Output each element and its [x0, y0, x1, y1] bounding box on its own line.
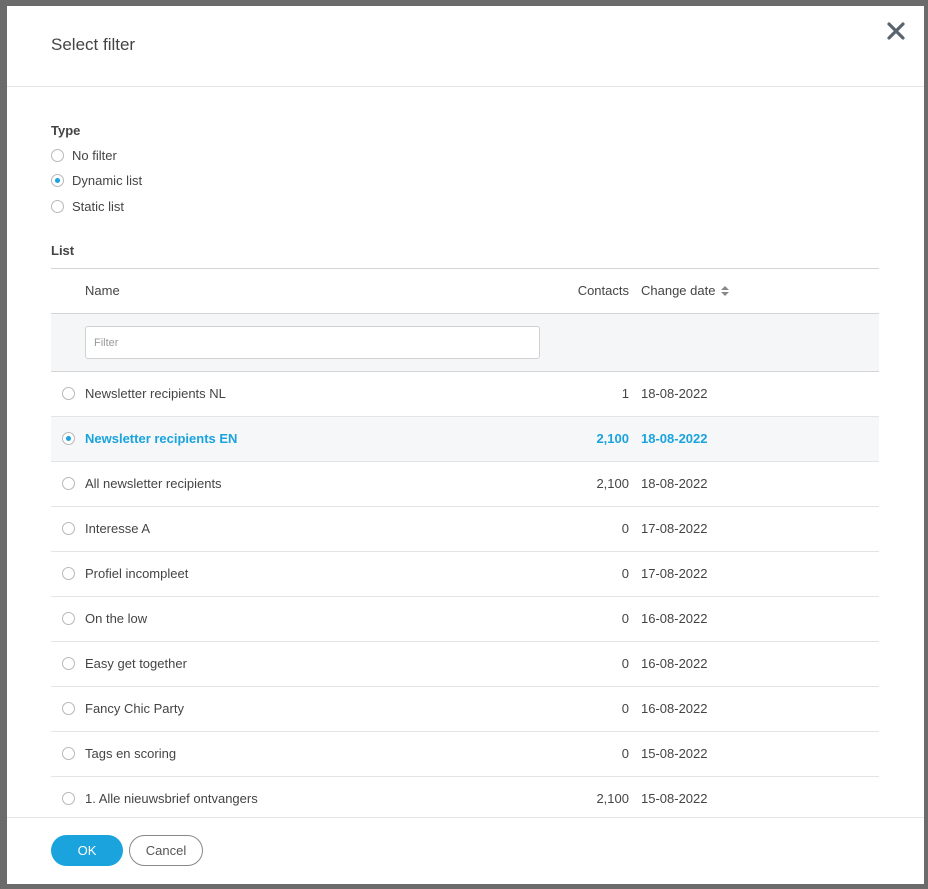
column-header-contacts[interactable]: Contacts	[578, 283, 629, 298]
radio-icon[interactable]	[62, 522, 75, 535]
radio-icon[interactable]	[62, 747, 75, 760]
row-name: Easy get together	[85, 656, 187, 671]
radio-icon[interactable]	[62, 612, 75, 625]
radio-icon[interactable]	[62, 702, 75, 715]
list-label: List	[51, 243, 75, 258]
type-option-no-filter[interactable]: No filter	[51, 145, 117, 165]
type-label: Type	[51, 123, 81, 138]
row-name: Fancy Chic Party	[85, 701, 184, 716]
close-icon[interactable]	[885, 20, 907, 42]
radio-icon[interactable]	[62, 567, 75, 580]
table-header: Name Contacts Change date	[51, 269, 879, 314]
type-option-dynamic-list[interactable]: Dynamic list	[51, 170, 142, 190]
column-header-name[interactable]: Name	[85, 283, 120, 298]
cancel-button[interactable]: Cancel	[129, 835, 203, 866]
sort-icon[interactable]	[721, 285, 730, 296]
row-name: Interesse A	[85, 521, 151, 536]
row-name: On the low	[85, 611, 148, 626]
row-name: Profiel incompleet	[85, 566, 189, 581]
table-row[interactable]: Tags en scoring 0 15-08-2022	[51, 732, 879, 777]
type-option-label: Static list	[72, 198, 125, 214]
radio-icon[interactable]	[62, 387, 75, 400]
filter-input[interactable]	[85, 326, 540, 359]
dialog-title: Select filter	[51, 35, 136, 54]
ok-button[interactable]: OK	[51, 835, 123, 866]
radio-icon[interactable]	[51, 148, 64, 162]
radio-checked-icon[interactable]	[51, 173, 64, 187]
row-contacts: 0	[621, 656, 629, 671]
row-change-date: 16-08-2022	[641, 701, 708, 716]
row-contacts: 0	[621, 701, 629, 716]
type-option-label: No filter	[72, 147, 117, 163]
radio-icon[interactable]	[62, 792, 75, 805]
table-row[interactable]: Profiel incompleet 0 17-08-2022	[51, 552, 879, 597]
row-change-date: 17-08-2022	[641, 566, 708, 581]
table-row[interactable]: Newsletter recipients EN 2,100 18-08-2022	[51, 417, 879, 462]
radio-icon[interactable]	[51, 199, 64, 213]
row-name: Newsletter recipients NL	[85, 386, 226, 401]
table-row[interactable]: All newsletter recipients 2,100 18-08-2022	[51, 462, 879, 507]
row-contacts: 2,100	[596, 431, 629, 446]
row-change-date: 18-08-2022	[641, 386, 708, 401]
row-change-date: 16-08-2022	[641, 656, 708, 671]
column-header-change-date-label: Change date	[641, 283, 716, 298]
row-contacts: 0	[621, 566, 629, 581]
row-contacts: 1	[621, 386, 629, 401]
row-contacts: 2,100	[596, 791, 629, 806]
table-row[interactable]: Easy get together 0 16-08-2022	[51, 642, 879, 687]
radio-icon[interactable]	[62, 477, 75, 490]
row-change-date: 17-08-2022	[641, 521, 708, 536]
row-contacts: 0	[621, 611, 629, 626]
row-change-date: 15-08-2022	[641, 791, 708, 806]
radio-checked-icon[interactable]	[62, 432, 75, 445]
row-change-date: 16-08-2022	[641, 611, 708, 626]
filter-row	[51, 314, 879, 372]
row-name: Tags en scoring	[85, 746, 177, 761]
radio-icon[interactable]	[62, 657, 75, 670]
row-name: 1. Alle nieuwsbrief ontvangers	[85, 791, 258, 806]
table-row[interactable]: 1. Alle nieuwsbrief ontvangers 2,100 15-08…	[51, 777, 879, 817]
table-row[interactable]: Interesse A 0 17-08-2022	[51, 507, 879, 552]
row-contacts: 2,100	[596, 476, 629, 491]
list-table: Name Contacts Change date Newsletter rec…	[51, 268, 879, 817]
table-row[interactable]: On the low 0 16-08-2022	[51, 597, 879, 642]
list-rows: Newsletter recipients NL 1 18-08-2022 Newsl…	[51, 372, 879, 817]
row-name: All newsletter recipients	[85, 476, 222, 491]
table-row[interactable]: Fancy Chic Party 0 16-08-2022	[51, 687, 879, 732]
type-option-static-list[interactable]: Static list	[51, 196, 124, 216]
row-change-date: 18-08-2022	[641, 476, 708, 491]
type-option-label: Dynamic list	[72, 172, 143, 188]
dialog-header: Select filter	[7, 6, 924, 87]
column-header-change-date[interactable]: Change date	[641, 283, 730, 298]
row-contacts: 0	[621, 521, 629, 536]
select-filter-dialog: Select filter Type No filter Dynamic lis…	[7, 6, 924, 884]
row-contacts: 0	[621, 746, 629, 761]
row-name: Newsletter recipients EN	[85, 431, 238, 446]
row-change-date: 18-08-2022	[641, 431, 708, 446]
dialog-footer: OK Cancel	[7, 817, 924, 884]
table-row[interactable]: Newsletter recipients NL 1 18-08-2022	[51, 372, 879, 417]
row-change-date: 15-08-2022	[641, 746, 708, 761]
